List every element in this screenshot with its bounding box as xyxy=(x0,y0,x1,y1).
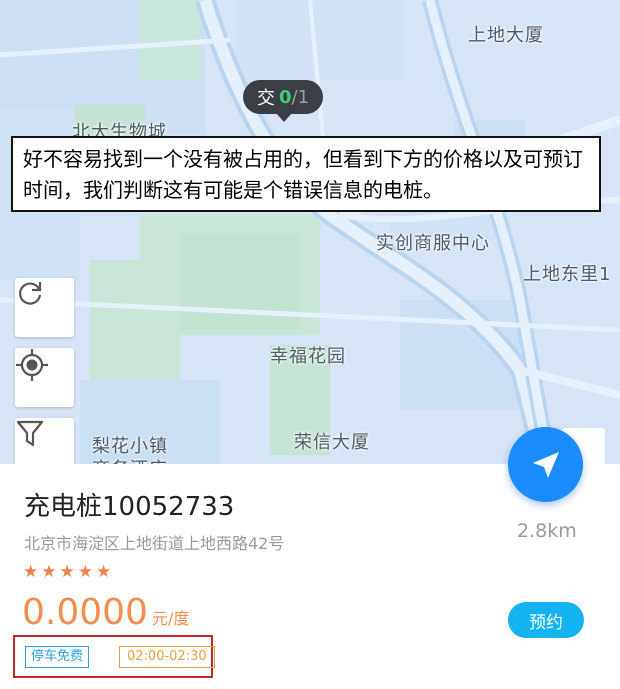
filter-button[interactable] xyxy=(15,418,74,466)
annotation-caption: 好不容易找到一个没有被占用的，但看到下方的价格以及可预订时间，我们判断这有可能是… xyxy=(11,136,601,212)
star-icon: ★ xyxy=(77,562,93,582)
refresh-icon xyxy=(19,282,42,305)
station-distance: 2.8km xyxy=(517,520,577,542)
map-label-shangdi-dongli: 上地东里1 xyxy=(523,264,612,285)
star-icon: ★ xyxy=(96,562,112,582)
rating-stars: ★ ★ ★ ★ ★ xyxy=(23,562,111,582)
reserve-button[interactable]: 预约 xyxy=(508,602,584,638)
locate-icon xyxy=(16,349,48,381)
traffic-count: 0 xyxy=(278,86,292,108)
tag-available-time: 02:00-02:30 xyxy=(119,646,215,668)
navigate-button[interactable] xyxy=(508,427,583,502)
tag-free-parking: 停车免费 xyxy=(25,646,90,668)
traffic-total: /1 xyxy=(291,86,310,108)
refresh-button[interactable] xyxy=(15,278,74,337)
price-unit: 元/度 xyxy=(151,609,190,628)
station-address: 北京市海淀区上地街道上地西路42号 xyxy=(24,534,285,553)
traffic-badge[interactable]: 交 0 /1 xyxy=(243,80,323,122)
map-label-rongxin-tower: 荣信大厦 xyxy=(294,432,370,453)
station-name: 充电桩10052733 xyxy=(24,492,235,522)
traffic-label: 交 xyxy=(256,88,275,109)
station-card[interactable]: 充电桩10052733 北京市海淀区上地街道上地西路42号 2.8km ★ ★ … xyxy=(0,464,620,689)
filter-icon xyxy=(16,420,44,447)
locate-button[interactable] xyxy=(15,348,74,407)
map-label-xingfu-garden: 幸福花园 xyxy=(270,346,346,367)
map-view[interactable]: 上地大厦 北大生物城 实创商服中心 上地东里1 幸福花园 荣信大厦 梨花小镇 商… xyxy=(0,0,620,470)
star-icon: ★ xyxy=(41,562,57,582)
star-icon: ★ xyxy=(59,562,75,582)
star-icon: ★ xyxy=(23,562,39,582)
tags-highlight-box: 停车免费 02:00-02:30 xyxy=(13,635,215,678)
map-canvas xyxy=(0,0,620,470)
price-value: 0.0000 xyxy=(22,592,148,633)
map-label-shangdi-tower: 上地大厦 xyxy=(468,25,544,46)
map-label-shichuang: 实创商服中心 xyxy=(376,233,490,254)
navigate-icon xyxy=(532,451,559,478)
price-row: 0.0000 元/度 xyxy=(22,592,189,633)
